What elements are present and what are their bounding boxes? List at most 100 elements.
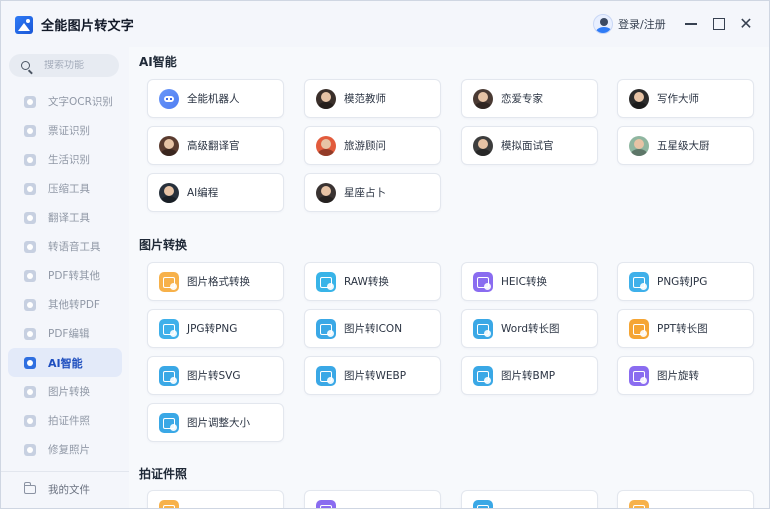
tool-card-image-to-webp[interactable]: 图片转WEBP [304, 356, 441, 395]
section-title-ai: AI智能 [139, 55, 177, 69]
tool-card-label: PPT转长图 [657, 323, 708, 335]
translator-avatar-icon [159, 135, 179, 156]
sidebar-item-leaf[interactable]: 生活识别 [8, 145, 122, 174]
tool-card-standard-photo[interactable] [304, 490, 441, 508]
tool-card-visa-photo[interactable] [617, 490, 754, 508]
sidebar-item-label: 拍证件照 [48, 415, 90, 427]
ocr-icon [24, 95, 36, 108]
user-login[interactable]: 登录/注册 [593, 14, 666, 34]
tool-card-jpg-to-png[interactable]: JPG转PNG [147, 309, 284, 348]
sidebar-item-edit[interactable]: PDF编辑 [8, 319, 122, 348]
sidebar-item-label: AI智能 [48, 356, 83, 370]
sidebar-item-image[interactable]: 图片转换 [8, 377, 122, 406]
inch-photo-icon [473, 499, 493, 508]
login-register-link[interactable]: 登录/注册 [618, 16, 666, 32]
sidebar-item-label: 图片转换 [48, 386, 90, 398]
image-rotate-icon [629, 365, 649, 386]
tool-card-interviewer-avatar[interactable]: 模拟面试官 [461, 126, 598, 165]
raw-convert-icon [316, 271, 336, 292]
section-title-image: 图片转换 [139, 238, 188, 252]
tool-card-image-to-bmp[interactable]: 图片转BMP [461, 356, 598, 395]
section-title-photo: 拍证件照 [139, 467, 188, 481]
tool-card-writer-avatar[interactable]: 写作大师 [617, 79, 754, 118]
sidebar-item-repair[interactable]: 修复照片 [8, 435, 122, 464]
tool-card-raw-convert[interactable]: RAW转换 [304, 262, 441, 301]
user-avatar-icon[interactable] [593, 14, 613, 34]
chef-avatar-icon [629, 135, 649, 156]
image-to-icon-icon [316, 318, 336, 339]
robot-icon [159, 88, 179, 109]
tool-card-astrology-avatar[interactable]: 星座占卜 [304, 173, 441, 212]
sidebar-item-label: 文字OCR识别 [48, 96, 113, 108]
sidebar-item-pdf[interactable]: PDF转其他 [8, 261, 122, 290]
search-box[interactable] [9, 54, 119, 77]
tool-card-label: 模范教师 [344, 93, 386, 105]
tool-card-label: 图片转SVG [187, 370, 241, 382]
audio-icon [24, 240, 36, 253]
sidebar-item-translate[interactable]: 翻译工具 [8, 203, 122, 232]
sidebar-item-ai[interactable]: AI智能 [8, 348, 122, 377]
love-expert-avatar-icon [473, 88, 493, 109]
jpg-to-png-icon [159, 318, 179, 339]
tool-card-teacher-avatar[interactable]: 模范教师 [304, 79, 441, 118]
repair-icon [24, 443, 36, 456]
tool-card-label: 图片转BMP [501, 370, 556, 382]
tool-card-ppt-to-image[interactable]: PPT转长图 [617, 309, 754, 348]
tool-card-png-to-jpg[interactable]: PNG转JPG [617, 262, 754, 301]
tool-card-love-expert-avatar[interactable]: 恋爱专家 [461, 79, 598, 118]
sidebar-item-ocr[interactable]: 文字OCR识别 [8, 87, 122, 116]
id-photo-icon [159, 499, 179, 508]
travel-avatar-icon [316, 135, 336, 156]
tool-card-label: 写作大师 [657, 93, 699, 105]
search-icon [21, 61, 30, 70]
tool-card-label: AI编程 [187, 187, 219, 199]
tool-card-word-to-image[interactable]: Word转长图 [461, 309, 598, 348]
tool-card-image-rotate[interactable]: 图片旋转 [617, 356, 754, 395]
sidebar-item-label: 其他转PDF [48, 299, 100, 311]
tool-card-heic-convert[interactable]: HEIC转换 [461, 262, 598, 301]
tool-card-image-format[interactable]: 图片格式转换 [147, 262, 284, 301]
tool-card-translator-avatar[interactable]: 高级翻译官 [147, 126, 284, 165]
sidebar-nav: 文字OCR识别票证识别 生活识别 压缩工具 翻译工具 转语音工具 PDF转其他其他转PDF… [1, 87, 129, 464]
sidebar-item-compress[interactable]: 压缩工具 [8, 174, 122, 203]
tool-card-coder-avatar[interactable]: AI编程 [147, 173, 284, 212]
tool-card-image-resize[interactable]: 图片调整大小 [147, 403, 284, 442]
ppt-to-image-icon [629, 318, 649, 339]
sidebar-item-audio[interactable]: 转语音工具 [8, 232, 122, 261]
tool-card-label: RAW转换 [344, 276, 389, 288]
sidebar-item-pdf-convert[interactable]: 其他转PDF [8, 290, 122, 319]
maximize-icon[interactable] [709, 14, 729, 34]
minimize-icon[interactable] [681, 14, 701, 34]
title-bar: 全能图片转文字 登录/注册 ✕ [1, 1, 769, 47]
main-content: AI智能 图片转换 拍证件照 全能机器人 模范教师 恋爱专家 写作大师高级翻译官 旅游顾… [129, 47, 769, 508]
heic-convert-icon [473, 271, 493, 292]
tool-card-image-to-icon[interactable]: 图片转ICON [304, 309, 441, 348]
image-icon [24, 385, 36, 398]
tool-card-inch-photo[interactable] [461, 490, 598, 508]
writer-avatar-icon [629, 88, 649, 109]
app-title: 全能图片转文字 [41, 19, 135, 34]
tool-card-label: JPG转PNG [187, 323, 238, 335]
tool-card-robot[interactable]: 全能机器人 [147, 79, 284, 118]
tool-card-chef-avatar[interactable]: 五星级大厨 [617, 126, 754, 165]
coder-avatar-icon [159, 182, 179, 203]
tool-card-label: 高级翻译官 [187, 140, 240, 152]
sidebar-item-ticket[interactable]: 票证识别 [8, 116, 122, 145]
tool-card-label: HEIC转换 [501, 276, 547, 288]
close-icon[interactable]: ✕ [736, 14, 756, 34]
word-to-image-icon [473, 318, 493, 339]
tool-card-label: Word转长图 [501, 323, 560, 335]
tool-card-label: 星座占卜 [344, 187, 386, 199]
sidebar-item-label: 修复照片 [48, 444, 90, 456]
pdf-convert-icon [24, 298, 36, 311]
sidebar-item-my-files[interactable]: 我的文件 [8, 475, 122, 503]
tool-card-travel-avatar[interactable]: 旅游顾问 [304, 126, 441, 165]
sidebar-item-label: 我的文件 [48, 483, 90, 496]
tool-card-id-photo[interactable] [147, 490, 284, 508]
tool-card-label: 图片旋转 [657, 370, 699, 382]
tool-card-image-to-svg[interactable]: 图片转SVG [147, 356, 284, 395]
search-input[interactable] [44, 60, 114, 71]
image-format-icon [159, 271, 179, 292]
sidebar-item-camera[interactable]: 拍证件照 [8, 406, 122, 435]
tool-card-label: 图片格式转换 [187, 276, 250, 288]
